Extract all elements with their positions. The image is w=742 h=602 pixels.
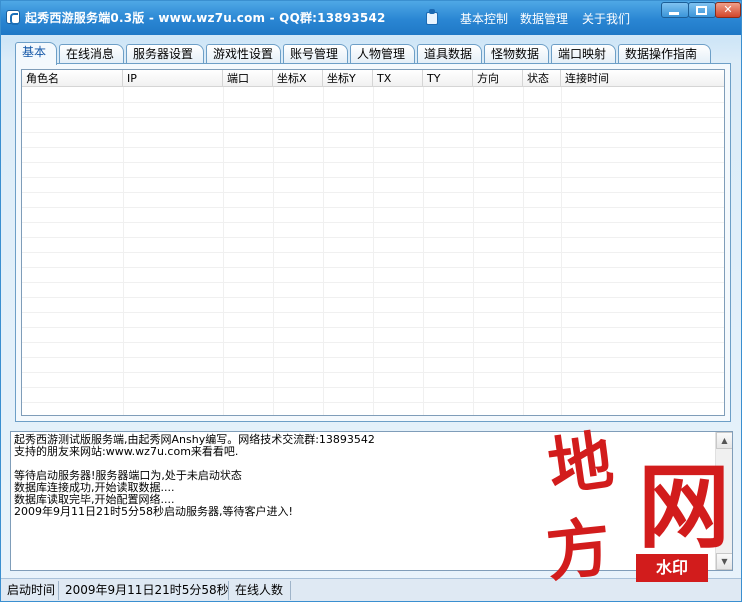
title-bar[interactable]: 起秀西游服务端0.3版 - www.wz7u.com - QQ群:1389354… bbox=[1, 1, 741, 35]
clipboard-icon[interactable] bbox=[426, 9, 438, 25]
tab-data-operation-guide[interactable]: 数据操作指南 bbox=[618, 44, 711, 64]
main-window: 起秀西游服务端0.3版 - www.wz7u.com - QQ群:1389354… bbox=[0, 0, 742, 602]
scroll-up-icon[interactable]: ▲ bbox=[716, 432, 732, 449]
table-row bbox=[22, 193, 724, 208]
column-header-ty[interactable]: TY bbox=[423, 70, 473, 87]
tab-account-management[interactable]: 账号管理 bbox=[283, 44, 348, 64]
log-line: 2009年9月11日21时5分58秒启动服务器,等待客户进入! bbox=[14, 505, 293, 518]
server-log[interactable]: 起秀西游测试版服务端,由起秀网Anshy编写。网络技术交流群:13893542 … bbox=[10, 431, 733, 571]
table-row bbox=[22, 118, 724, 133]
table-row bbox=[22, 403, 724, 415]
tab-monster-data[interactable]: 怪物数据 bbox=[484, 44, 549, 64]
table-row bbox=[22, 253, 724, 268]
tab-basic[interactable]: 基本 bbox=[15, 42, 57, 65]
table-row bbox=[22, 208, 724, 223]
app-icon bbox=[6, 10, 20, 25]
maximize-button[interactable] bbox=[688, 2, 716, 18]
table-row bbox=[22, 388, 724, 403]
column-header-coord-x[interactable]: 坐标X bbox=[273, 70, 323, 87]
column-header-connect-time[interactable]: 连接时间 bbox=[561, 70, 724, 87]
log-scrollbar[interactable]: ▲ ▼ bbox=[715, 432, 732, 570]
window-title: 起秀西游服务端0.3版 - www.wz7u.com - QQ群:1389354… bbox=[25, 11, 386, 25]
tab-server-settings[interactable]: 服务器设置 bbox=[126, 44, 204, 64]
maximize-icon bbox=[696, 6, 707, 15]
column-header-role-name[interactable]: 角色名 bbox=[22, 70, 123, 87]
tab-strip: 基本 在线消息 服务器设置 游戏性设置 账号管理 人物管理 道具数据 怪物数据 … bbox=[15, 42, 731, 65]
status-online-label: 在线人数 bbox=[231, 581, 291, 600]
tab-character-management[interactable]: 人物管理 bbox=[350, 44, 415, 64]
status-start-time: 2009年9月11日21时5分58秒 bbox=[61, 581, 229, 600]
minimize-button[interactable] bbox=[661, 2, 689, 18]
status-online-count bbox=[293, 581, 413, 600]
table-row bbox=[22, 148, 724, 163]
table-row bbox=[22, 328, 724, 343]
tab-port-mapping[interactable]: 端口映射 bbox=[551, 44, 616, 64]
list-header: 角色名 IP 端口 坐标X 坐标Y TX TY 方向 状态 连接时间 bbox=[22, 70, 724, 87]
table-row bbox=[22, 133, 724, 148]
player-list[interactable]: 角色名 IP 端口 坐标X 坐标Y TX TY 方向 状态 连接时间 bbox=[21, 69, 725, 416]
status-bar: 启动时间 2009年9月11日21时5分58秒 在线人数 bbox=[1, 578, 741, 601]
close-button[interactable]: ✕ bbox=[715, 2, 741, 18]
table-row bbox=[22, 238, 724, 253]
tab-online-messages[interactable]: 在线消息 bbox=[59, 44, 124, 64]
table-row bbox=[22, 283, 724, 298]
tab-panel-basic: 角色名 IP 端口 坐标X 坐标Y TX TY 方向 状态 连接时间 bbox=[15, 63, 731, 422]
table-row bbox=[22, 163, 724, 178]
table-row bbox=[22, 313, 724, 328]
table-row bbox=[22, 103, 724, 118]
column-header-tx[interactable]: TX bbox=[373, 70, 423, 87]
menu-about-us[interactable]: 关于我们 bbox=[582, 10, 630, 27]
status-start-label: 启动时间 bbox=[3, 581, 59, 600]
table-row bbox=[22, 178, 724, 193]
menu-data-management[interactable]: 数据管理 bbox=[520, 10, 568, 27]
minimize-icon bbox=[669, 12, 679, 15]
tab-item-data[interactable]: 道具数据 bbox=[417, 44, 482, 64]
column-header-status[interactable]: 状态 bbox=[523, 70, 561, 87]
menu-basic-control[interactable]: 基本控制 bbox=[460, 10, 508, 27]
table-row bbox=[22, 373, 724, 388]
tab-gameplay-settings[interactable]: 游戏性设置 bbox=[206, 44, 281, 64]
table-row bbox=[22, 88, 724, 103]
column-header-ip[interactable]: IP bbox=[123, 70, 223, 87]
table-row bbox=[22, 358, 724, 373]
table-row bbox=[22, 268, 724, 283]
column-header-coord-y[interactable]: 坐标Y bbox=[323, 70, 373, 87]
table-row bbox=[22, 223, 724, 238]
close-icon: ✕ bbox=[723, 3, 733, 16]
column-header-direction[interactable]: 方向 bbox=[473, 70, 523, 87]
table-row bbox=[22, 343, 724, 358]
column-header-port[interactable]: 端口 bbox=[223, 70, 273, 87]
scroll-down-icon[interactable]: ▼ bbox=[716, 553, 732, 570]
log-line: 支持的朋友来网站:www.wz7u.com来看看吧. bbox=[14, 445, 239, 458]
table-row bbox=[22, 298, 724, 313]
